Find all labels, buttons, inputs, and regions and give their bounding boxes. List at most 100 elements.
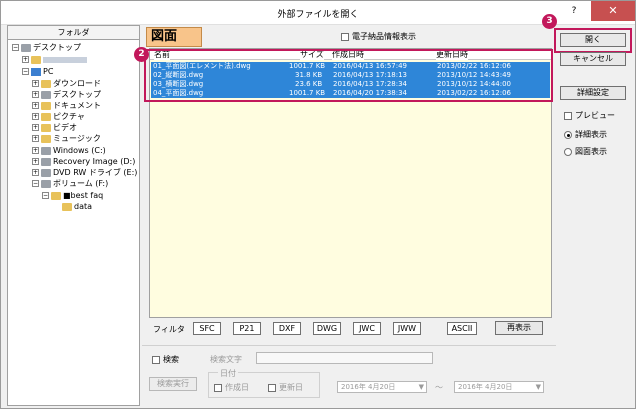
updated-date-checkbox[interactable] (268, 383, 276, 392)
filter-sfc-button[interactable]: SFC (193, 322, 221, 335)
tree-item-label: ビデオ (53, 123, 77, 132)
tree-item-label: ボリューム (F:) (53, 179, 109, 188)
tree-item-music[interactable]: + ミュージック (32, 133, 101, 144)
expand-icon[interactable]: + (32, 91, 39, 98)
expand-icon[interactable]: + (32, 113, 39, 120)
tree-item-documents[interactable]: + ドキュメント (32, 100, 101, 111)
date-to-value: 2016年 4月20日 (458, 383, 513, 391)
filter-p21-button[interactable]: P21 (233, 322, 261, 335)
collapse-icon[interactable]: − (22, 68, 29, 75)
user-folder-icon (31, 55, 41, 64)
close-button[interactable]: ✕ (591, 1, 635, 21)
tab-drawing[interactable]: 図面 (146, 27, 202, 47)
created-date-checkbox[interactable] (214, 383, 222, 392)
desktop-icon (21, 43, 31, 52)
folder-icon (51, 191, 61, 200)
cancel-button[interactable]: キャンセル (560, 52, 626, 66)
preview-label: プレビュー (575, 111, 615, 120)
expand-icon[interactable]: + (32, 135, 39, 142)
expand-icon[interactable]: + (32, 102, 39, 109)
filter-ascii-button[interactable]: ASCII (447, 322, 477, 335)
drawing-view-radio[interactable] (564, 147, 572, 156)
tree-item-label: デスクトップ (33, 43, 81, 52)
electronic-delivery-checkbox[interactable] (341, 32, 349, 41)
tree-item-label: ピクチャ (53, 112, 85, 121)
detail-view-radio[interactable] (564, 130, 572, 139)
tree-item-label: Recovery Image (D:) (53, 157, 136, 166)
filter-jwc-button[interactable]: JWC (353, 322, 381, 335)
updated-date-option[interactable]: 更新日 (268, 382, 303, 393)
tree-item-user[interactable]: + (22, 54, 87, 65)
expand-icon[interactable]: + (32, 147, 39, 154)
search-area: 検索 検索文字 検索実行 日付 作成日 更新日 2016年 4月20日 ▼ ～ 2… (142, 345, 556, 401)
open-button-highlight (554, 28, 632, 53)
filter-dwg-button[interactable]: DWG (313, 322, 341, 335)
dropdown-arrow-icon[interactable]: ▼ (536, 382, 541, 392)
drawing-view-label: 図面表示 (575, 147, 607, 156)
filter-dxf-button[interactable]: DXF (273, 322, 301, 335)
tree-item-label: PC (43, 67, 54, 76)
date-to-picker[interactable]: 2016年 4月20日 ▼ (454, 381, 544, 393)
date-group-label: 日付 (218, 368, 238, 379)
filter-bar: フィルタ SFC P21 DXF DWG JWC JWW ASCII 再表示 (149, 319, 552, 339)
date-from-value: 2016年 4月20日 (341, 383, 396, 391)
expand-icon[interactable]: + (32, 169, 39, 176)
tree-item-videos[interactable]: + ビデオ (32, 122, 77, 133)
tree-item-pictures[interactable]: + ピクチャ (32, 111, 85, 122)
drive-icon (41, 179, 51, 188)
electronic-delivery-option[interactable]: 電子納品情報表示 (341, 31, 416, 42)
search-option[interactable]: 検索 (152, 354, 179, 365)
collapse-icon[interactable]: − (32, 180, 39, 187)
tree-item-label: ミュージック (53, 134, 101, 143)
tree-item-drive-e[interactable]: + DVD RW ドライブ (E:) (32, 167, 137, 178)
expand-icon[interactable]: + (32, 124, 39, 131)
documents-folder-icon (41, 101, 51, 110)
tree-item-label: Windows (C:) (53, 146, 106, 155)
desktop-icon (41, 90, 51, 99)
drawing-view-option[interactable]: 図面表示 (564, 146, 607, 157)
tree-item-drive-d[interactable]: + Recovery Image (D:) (32, 156, 135, 167)
search-run-button[interactable]: 検索実行 (149, 377, 197, 391)
collapse-icon[interactable]: − (12, 44, 19, 51)
updated-date-label: 更新日 (279, 383, 303, 392)
electronic-delivery-label: 電子納品情報表示 (352, 32, 416, 41)
preview-checkbox[interactable] (564, 111, 572, 120)
tree-item-pc[interactable]: − PC (22, 66, 53, 77)
detail-settings-button[interactable]: 詳細設定 (560, 86, 626, 100)
expand-icon[interactable]: + (32, 80, 39, 87)
dropdown-arrow-icon[interactable]: ▼ (419, 382, 424, 392)
window-title: 外部ファイルを開く (277, 10, 359, 20)
created-date-label: 作成日 (225, 383, 249, 392)
collapse-icon[interactable]: − (42, 192, 49, 199)
created-date-option[interactable]: 作成日 (214, 382, 249, 393)
filter-jww-button[interactable]: JWW (393, 322, 421, 335)
search-checkbox-label: 検索 (163, 355, 179, 364)
expand-icon[interactable]: + (32, 158, 39, 165)
step-2-badge: 2 (134, 47, 149, 62)
open-external-file-dialog: 外部ファイルを開く ? ✕ フォルダ − デスクトップ + − PC + ダウンロード… (0, 0, 636, 409)
tree-item-best-faq[interactable]: − ■best faq (42, 190, 103, 201)
redisplay-button[interactable]: 再表示 (495, 321, 543, 335)
tree-item-label: ダウンロード (53, 79, 101, 88)
detail-view-option[interactable]: 詳細表示 (564, 129, 607, 140)
dvd-drive-icon (41, 168, 51, 177)
tree-item-desktop[interactable]: + デスクトップ (32, 89, 101, 100)
file-selection-highlight (144, 49, 553, 102)
search-checkbox[interactable] (152, 355, 160, 364)
tree-item-drive-c[interactable]: + Windows (C:) (32, 145, 106, 156)
tree-item-label: ドキュメント (53, 101, 101, 110)
tree-item-data[interactable]: data (62, 201, 92, 212)
help-button[interactable]: ? (567, 6, 581, 20)
search-text-input[interactable] (256, 352, 433, 364)
tree-item-drive-f[interactable]: − ボリューム (F:) (32, 178, 108, 189)
date-from-picker[interactable]: 2016年 4月20日 ▼ (337, 381, 427, 393)
preview-option[interactable]: プレビュー (564, 110, 615, 121)
folder-panel-header: フォルダ (8, 26, 139, 40)
tree-item-desktop-root[interactable]: − デスクトップ (12, 42, 81, 53)
expand-icon[interactable]: + (22, 56, 29, 63)
tree-item-label: data (74, 202, 93, 211)
videos-folder-icon (41, 123, 51, 132)
download-folder-icon (41, 79, 51, 88)
filter-label: フィルタ (153, 325, 185, 334)
tree-item-downloads[interactable]: + ダウンロード (32, 78, 101, 89)
